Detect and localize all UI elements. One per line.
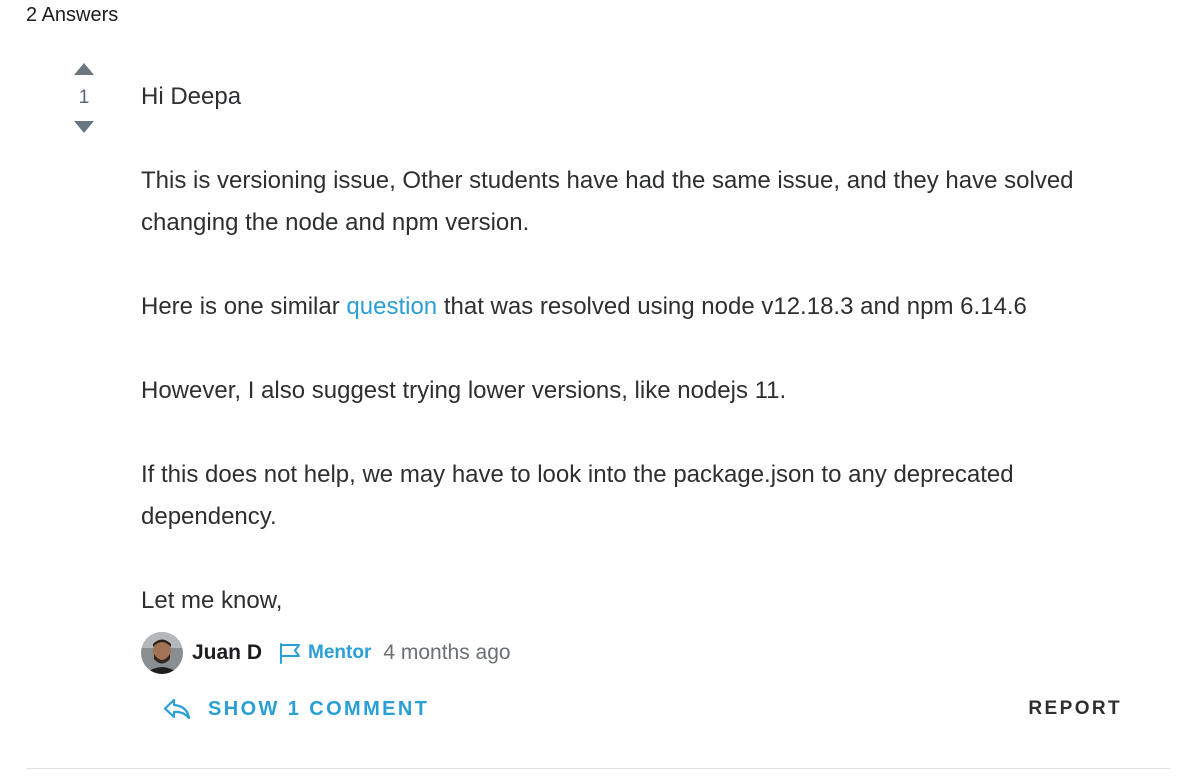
show-comment-label: SHOW 1 COMMENT: [208, 697, 430, 720]
avatar[interactable]: [141, 632, 183, 674]
answers-count-heading: 2 Answers: [26, 4, 119, 26]
mentor-label: Mentor: [308, 642, 372, 663]
author-info: Juan D Mentor 4 months ago: [141, 632, 511, 674]
answer-paragraph: Here is one similar question that was re…: [141, 286, 1131, 328]
upvote-icon[interactable]: [73, 62, 95, 76]
paragraph-text: that was resolved using node v12.18.3 an…: [437, 293, 1027, 320]
divider: [26, 768, 1170, 769]
paragraph-text: Here is one similar: [141, 293, 347, 320]
vote-widget: 1: [70, 62, 98, 134]
answer-paragraph: This is versioning issue, Other students…: [141, 167, 1074, 236]
mentor-badge: Mentor: [278, 642, 371, 664]
author-name[interactable]: Juan D: [192, 641, 262, 665]
downvote-icon[interactable]: [73, 120, 95, 134]
report-button[interactable]: REPORT: [1028, 698, 1122, 720]
vote-count: 1: [78, 87, 90, 108]
answer-paragraph: If this does not help, we may have to lo…: [141, 461, 1014, 530]
show-comment-button[interactable]: SHOW 1 COMMENT: [162, 697, 429, 721]
answer-paragraph: However, I also suggest trying lower ver…: [141, 377, 787, 404]
post-timestamp: 4 months ago: [383, 641, 511, 664]
answer-paragraph: Hi Deepa: [141, 83, 242, 110]
answer-paragraph: Let me know,: [141, 587, 283, 614]
reply-arrow-icon: [163, 698, 191, 720]
answer-actions: SHOW 1 COMMENT REPORT: [162, 694, 1122, 724]
answer-body: Hi Deepa This is versioning issue, Other…: [141, 76, 1131, 622]
answers-section: 2 Answers 1 Hi Deepa This is versioning …: [0, 0, 1202, 782]
flag-icon: [280, 643, 301, 664]
question-link[interactable]: question: [346, 293, 437, 320]
